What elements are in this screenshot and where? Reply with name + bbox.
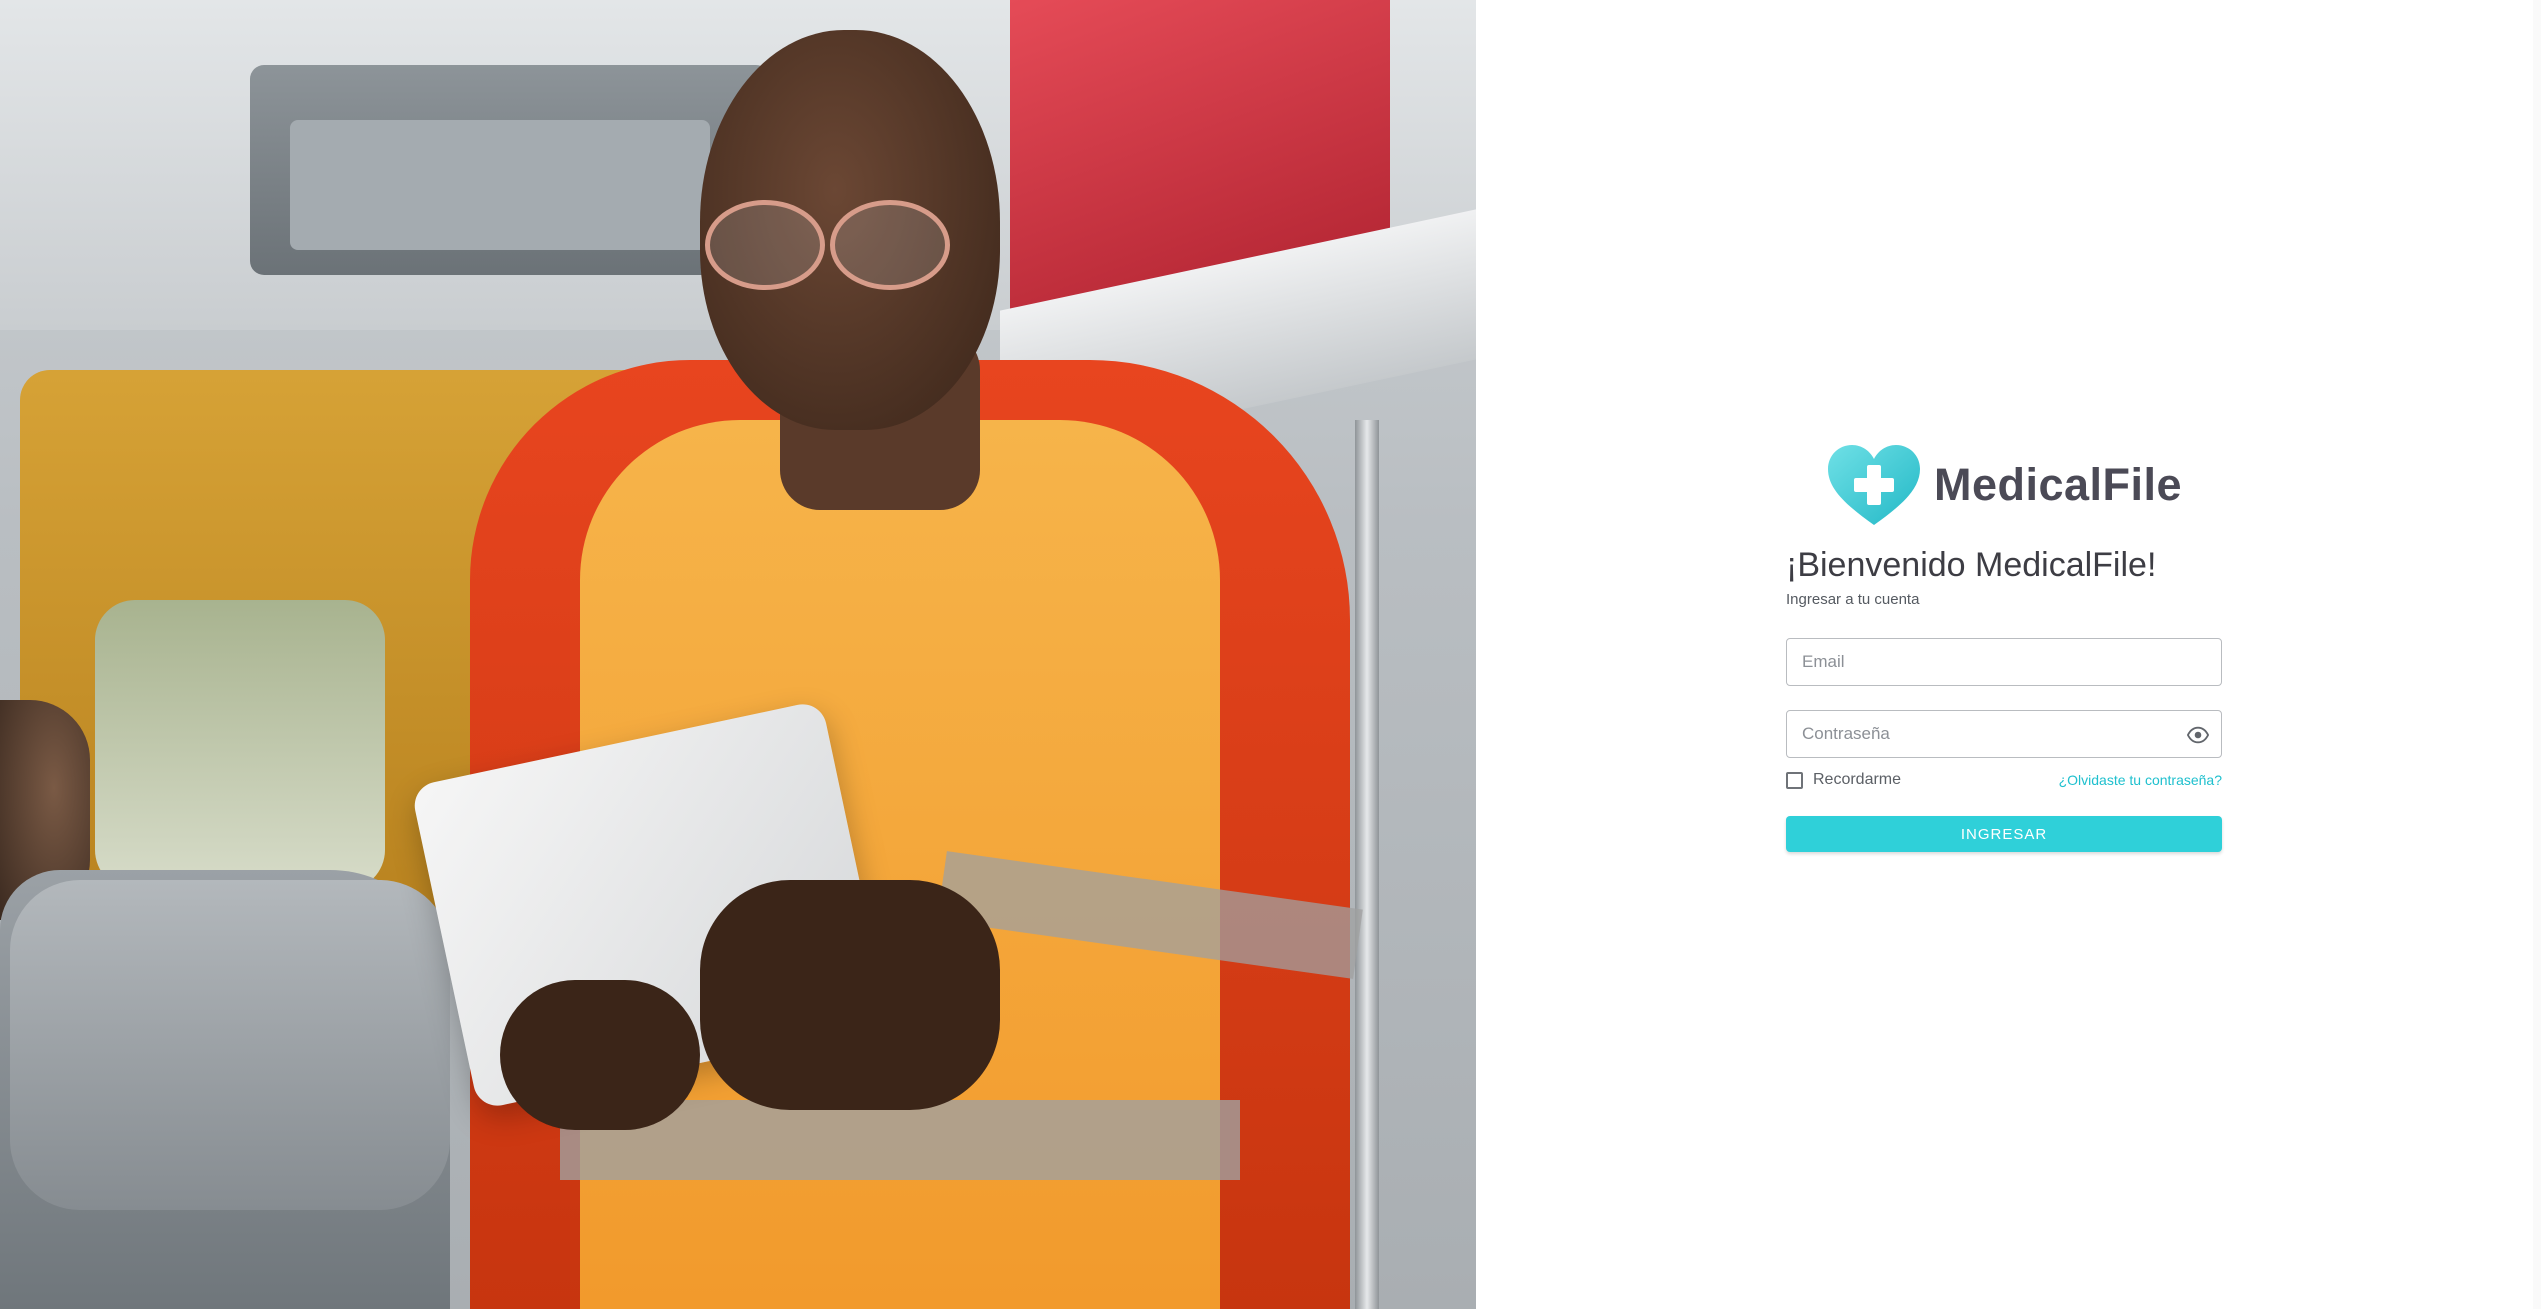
login-form: MedicalFile ¡Bienvenido MedicalFile! Ing…	[1786, 443, 2222, 852]
heart-with-cross-icon	[1827, 445, 1920, 525]
login-panel: MedicalFile ¡Bienvenido MedicalFile! Ing…	[1476, 0, 2541, 1309]
hero-photo	[0, 0, 1476, 1309]
photo-window-left	[95, 600, 385, 890]
eye-icon[interactable]	[2187, 725, 2209, 745]
password-field-container	[1786, 710, 2222, 758]
photo-seat-headrest	[10, 880, 450, 1210]
forgot-password-link[interactable]: ¿Olvidaste tu contraseña?	[2059, 772, 2222, 788]
brand-logo: MedicalFile	[1786, 443, 2222, 527]
brand-name: MedicalFile	[1933, 459, 2183, 510]
login-button[interactable]: INGRESAR	[1786, 816, 2222, 852]
scrollbar-track[interactable]	[2533, 0, 2541, 1309]
remember-me-checkbox[interactable]	[1786, 771, 1803, 789]
page-title: ¡Bienvenido MedicalFile!	[1786, 546, 2157, 584]
page-subtitle: Ingresar a tu cuenta	[1786, 591, 1920, 608]
email-field-container	[1786, 638, 2222, 686]
remember-me-label: Recordarme	[1813, 771, 1902, 788]
photo-hand-right	[700, 880, 1000, 1110]
photo-pole	[1355, 420, 1379, 1309]
photo-hand-left	[500, 980, 700, 1130]
email-input[interactable]	[1787, 639, 2221, 685]
photo-cabinet-inner	[290, 120, 710, 250]
remember-me-toggle[interactable]: Recordarme	[1786, 771, 1901, 789]
password-input[interactable]	[1787, 711, 2221, 757]
login-page: MedicalFile ¡Bienvenido MedicalFile! Ing…	[0, 0, 2541, 1309]
options-row: Recordarme ¿Olvidaste tu contraseña?	[1786, 768, 2222, 792]
photo-glasses	[705, 200, 985, 290]
